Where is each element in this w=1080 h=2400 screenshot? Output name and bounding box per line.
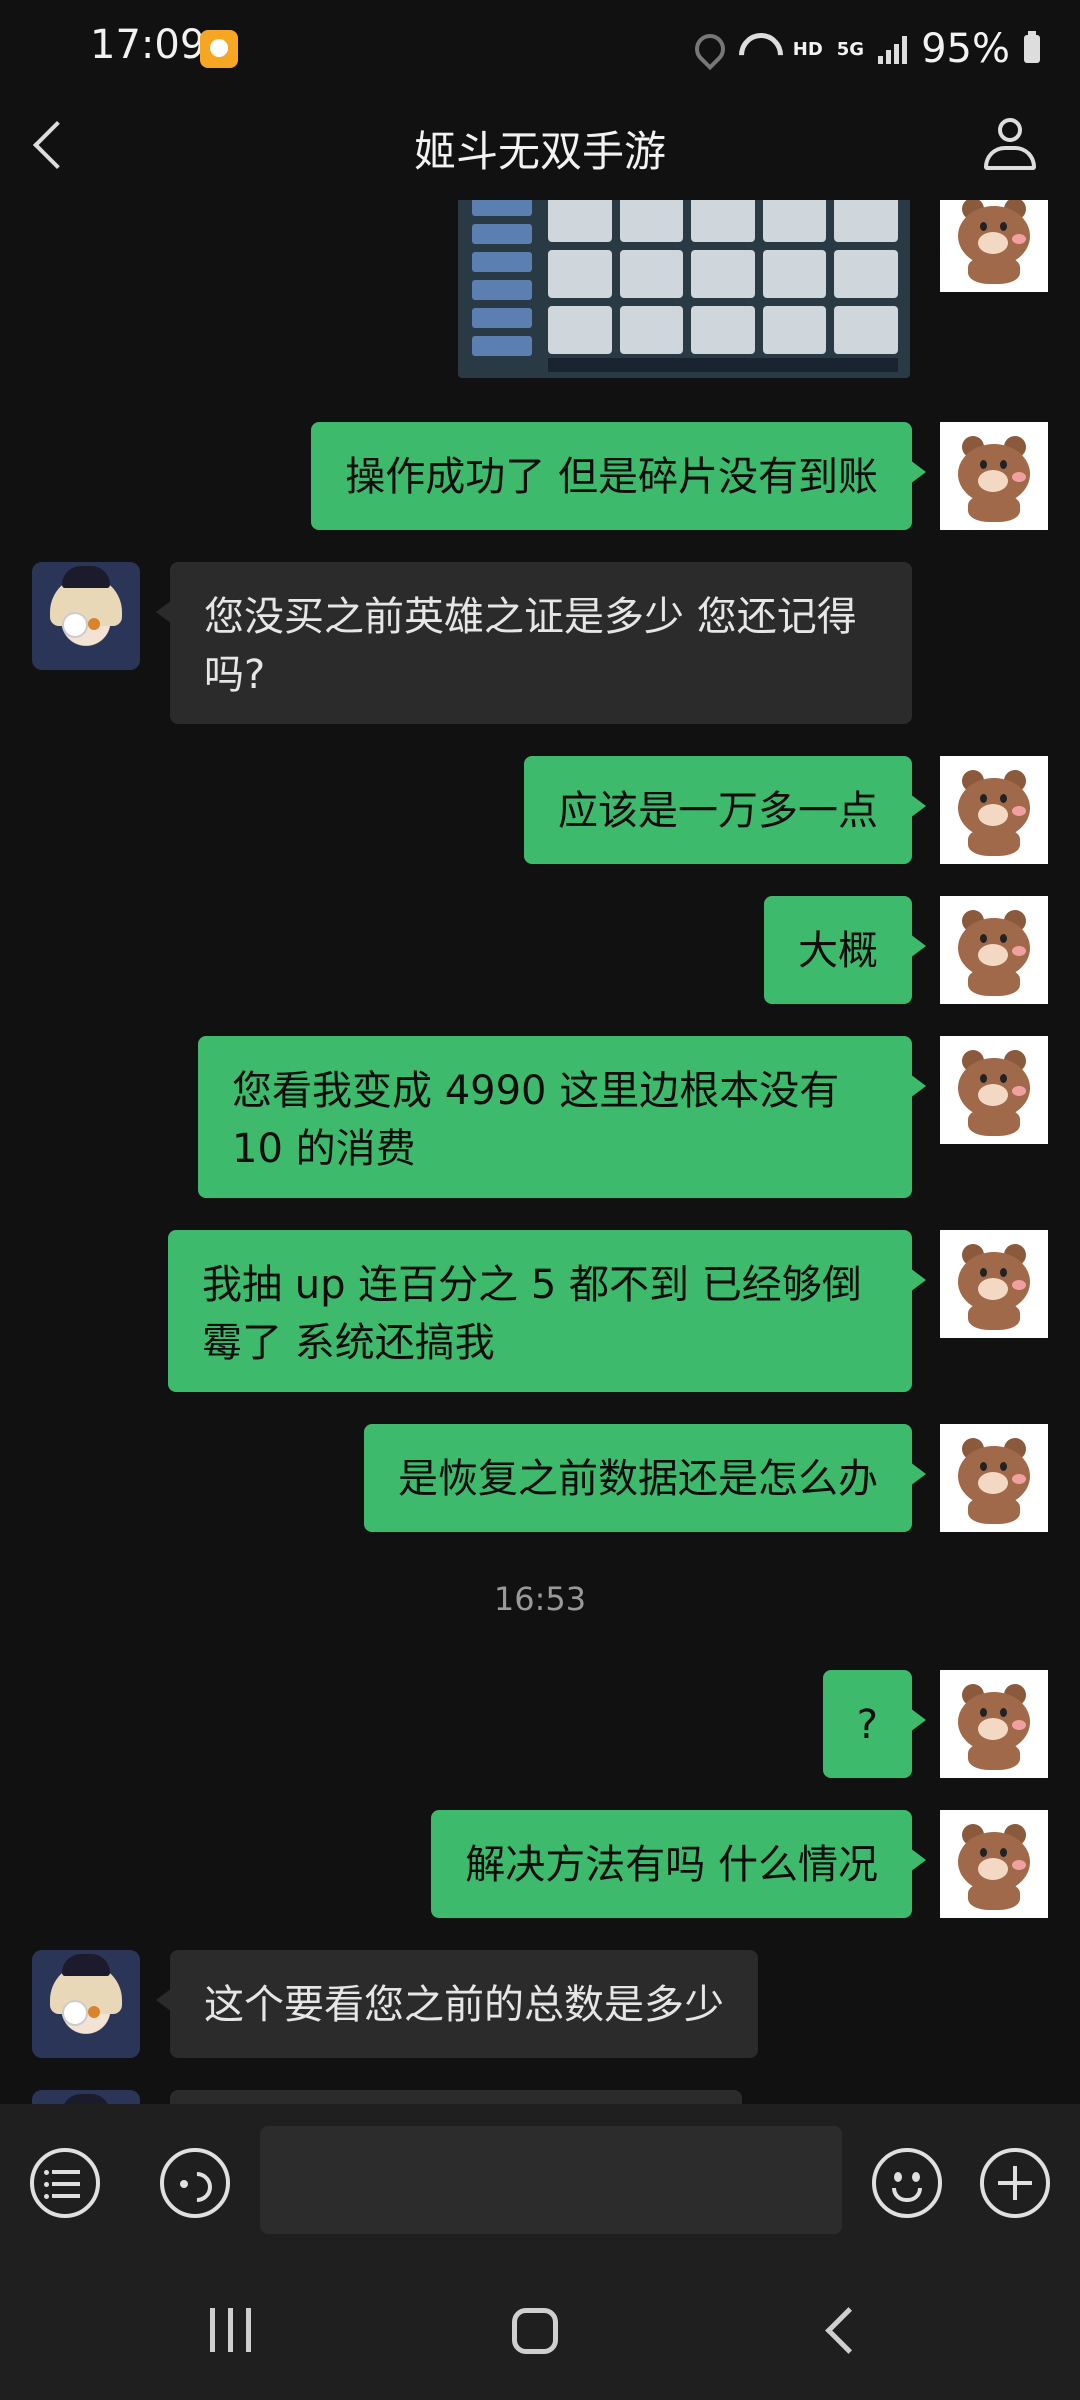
message-bubble[interactable]: ? (822, 1670, 927, 1778)
bear-avatar-icon (954, 1684, 1034, 1770)
my-avatar[interactable] (940, 756, 1048, 864)
message-row: 我抽 up 连百分之 5 都不到 已经够倒霉了 系统还搞我 (0, 1230, 1080, 1396)
message-row: 大概 (0, 896, 1080, 1006)
system-icons: HD 5G 95% (688, 24, 1040, 74)
shared-image[interactable] (458, 200, 910, 378)
message-row (0, 2090, 1080, 2104)
clock: 17:09 (90, 22, 206, 68)
input-bar (0, 2104, 1080, 2260)
wifi-icon (739, 33, 779, 65)
message-row: ? (0, 1670, 1080, 1780)
message-bubble[interactable] (170, 2090, 742, 2104)
message-row: 您看我变成 4990 这里边根本没有 10 的消费 (0, 1036, 1080, 1202)
profile-icon[interactable] (984, 118, 1036, 170)
message-row: 解决方法有吗 什么情况 (0, 1810, 1080, 1920)
battery-icon (1024, 31, 1040, 63)
battery-percent: 95% (921, 26, 1010, 72)
message-bubble[interactable]: 我抽 up 连百分之 5 都不到 已经够倒霉了 系统还搞我 (168, 1230, 926, 1392)
my-avatar[interactable] (940, 422, 1048, 530)
my-avatar[interactable] (940, 1230, 1048, 1338)
my-avatar[interactable] (940, 1670, 1048, 1778)
chat-title: 姬斗无双手游 (413, 127, 666, 176)
status-bar: 17:09 HD 5G 95% (0, 0, 1080, 100)
service-avatar[interactable] (32, 1950, 140, 2058)
bear-avatar-icon (954, 200, 1034, 284)
message-bubble[interactable]: 应该是一万多一点 (524, 756, 926, 864)
service-avatar[interactable] (32, 2090, 140, 2104)
system-nav-bar (0, 2260, 1080, 2400)
voice-icon[interactable] (160, 2148, 230, 2218)
message-bubble[interactable]: 这个要看您之前的总数是多少 (156, 1950, 758, 2058)
home-icon[interactable] (512, 2308, 558, 2354)
message-row: 您没买之前英雄之证是多少 您还记得吗? (0, 562, 1080, 728)
bear-avatar-icon (954, 1050, 1034, 1136)
message-row: 操作成功了 但是碎片没有到账 (0, 422, 1080, 532)
message-row: 是恢复之前数据还是怎么办 (0, 1424, 1080, 1534)
my-avatar[interactable] (940, 200, 1048, 292)
message-row: 应该是一万多一点 (0, 756, 1080, 866)
message-row: 这个要看您之前的总数是多少 (0, 1950, 1080, 2060)
hd-label: HD (792, 38, 823, 60)
emoji-icon[interactable] (872, 2148, 942, 2218)
my-avatar[interactable] (940, 896, 1048, 1004)
service-avatar[interactable] (32, 562, 140, 670)
message-bubble[interactable]: 是恢复之前数据还是怎么办 (364, 1424, 926, 1532)
bear-avatar-icon (954, 910, 1034, 996)
message-bubble[interactable]: 操作成功了 但是碎片没有到账 (311, 422, 926, 530)
signal-icon (878, 34, 908, 64)
location-icon (688, 27, 731, 71)
bear-avatar-icon (954, 1244, 1034, 1330)
network-type-label: 5G (836, 38, 865, 60)
bear-avatar-icon (954, 1824, 1034, 1910)
message-list[interactable]: 操作成功了 但是碎片没有到账 您没买之前英雄之证是多少 您还记得吗? 应该是一万… (0, 200, 1080, 2104)
bear-avatar-icon (954, 770, 1034, 856)
bear-avatar-icon (954, 1438, 1034, 1524)
message-bubble[interactable]: 您没买之前英雄之证是多少 您还记得吗? (156, 562, 912, 724)
plus-icon[interactable] (980, 2148, 1050, 2218)
app-notification-icon (200, 30, 238, 68)
my-avatar[interactable] (940, 1810, 1048, 1918)
message-bubble[interactable]: 大概 (764, 896, 926, 1004)
message-bubble[interactable]: 您看我变成 4990 这里边根本没有 10 的消费 (198, 1036, 926, 1198)
bear-avatar-icon (954, 436, 1034, 522)
nav-back-icon[interactable] (825, 2307, 872, 2354)
message-bubble[interactable]: 解决方法有吗 什么情况 (431, 1810, 926, 1918)
message-input[interactable] (260, 2126, 842, 2234)
chat-header: 姬斗无双手游 (0, 100, 1080, 200)
menu-icon[interactable] (30, 2148, 100, 2218)
message-row (0, 200, 1080, 390)
my-avatar[interactable] (940, 1036, 1048, 1144)
my-avatar[interactable] (940, 1424, 1048, 1532)
recent-apps-icon[interactable] (210, 2308, 256, 2352)
message-timestamp: 16:53 (493, 1580, 587, 1618)
